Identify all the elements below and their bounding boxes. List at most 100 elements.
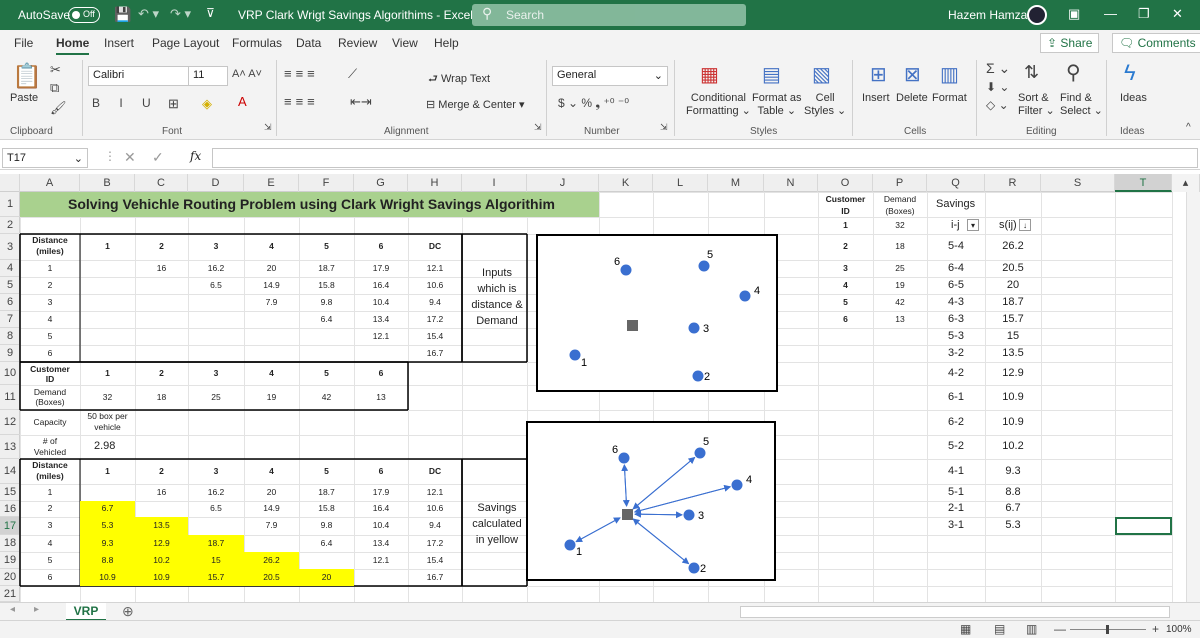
- row-header-2[interactable]: 2: [0, 217, 20, 234]
- sort-filter-icon[interactable]: ⇅: [1024, 62, 1039, 83]
- row-header-4[interactable]: 4: [0, 260, 20, 277]
- col-header-g[interactable]: G: [354, 174, 408, 192]
- zoom-slider-thumb[interactable]: [1106, 625, 1109, 634]
- col-header-c[interactable]: C: [135, 174, 188, 192]
- row-header-15[interactable]: 15: [0, 484, 20, 501]
- name-box[interactable]: T17 ⌄: [2, 148, 88, 168]
- zoom-out-icon[interactable]: —: [1054, 622, 1066, 636]
- col-header-a[interactable]: A: [20, 174, 80, 192]
- col-header-m[interactable]: M: [708, 174, 764, 192]
- delete-button[interactable]: Delete: [896, 92, 928, 104]
- row-header-14[interactable]: 14: [0, 459, 20, 484]
- row-header-18[interactable]: 18: [0, 535, 20, 552]
- tab-file[interactable]: File: [14, 36, 33, 50]
- conditional-formatting-button[interactable]: Conditional Formatting ⌄: [686, 92, 751, 117]
- row-header-16[interactable]: 16: [0, 501, 20, 517]
- bold-italic-underline-icons[interactable]: B I U: [92, 96, 159, 110]
- row-header-7[interactable]: 7: [0, 311, 20, 328]
- fill-icon[interactable]: ⬇ ⌄: [986, 80, 1009, 94]
- insert-button[interactable]: Insert: [862, 92, 890, 104]
- row-header-1[interactable]: 1: [0, 192, 20, 217]
- row-header-5[interactable]: 5: [0, 277, 20, 294]
- tab-view[interactable]: View: [392, 36, 418, 50]
- col-header-s[interactable]: S: [1041, 174, 1115, 192]
- page-layout-view-icon[interactable]: ▤: [994, 622, 1005, 636]
- scroll-up-icon[interactable]: ▴: [1172, 174, 1200, 192]
- increase-font-icon[interactable]: A˄ A˅: [232, 68, 262, 80]
- orientation-icon[interactable]: ⟋: [348, 66, 357, 82]
- font-color-icon[interactable]: A: [238, 94, 247, 109]
- minimize-icon[interactable]: —: [1104, 6, 1117, 21]
- font-name-select[interactable]: Calibri: [88, 66, 196, 86]
- ideas-icon[interactable]: ϟ: [1124, 60, 1136, 86]
- alignment-launcher-icon[interactable]: ⇲: [534, 122, 542, 133]
- user-name[interactable]: Hazem Hamza: [948, 8, 1027, 22]
- normal-view-icon[interactable]: ▦: [960, 622, 971, 636]
- number-format-icons[interactable]: $ ⌄ % ❟ ⁺⁰ ⁻⁰: [558, 96, 629, 111]
- add-sheet-icon[interactable]: ⊕: [122, 603, 134, 620]
- paste-icon[interactable]: 📋: [12, 62, 42, 91]
- font-launcher-icon[interactable]: ⇲: [264, 122, 272, 133]
- copy-icon[interactable]: ⧉: [50, 80, 59, 96]
- format-painter-icon[interactable]: 🖌: [50, 100, 67, 116]
- wrap-text-button[interactable]: ⮐ Wrap Text: [428, 70, 490, 89]
- save-icon[interactable]: 💾: [114, 6, 131, 23]
- col-header-p[interactable]: P: [873, 174, 927, 192]
- row-header-6[interactable]: 6: [0, 294, 20, 311]
- col-header-h[interactable]: H: [408, 174, 462, 192]
- insert-function-icon[interactable]: fx: [190, 149, 201, 163]
- ribbon-display-icon[interactable]: ▣: [1068, 6, 1080, 22]
- row-header-17[interactable]: 17: [0, 517, 20, 535]
- tab-help[interactable]: Help: [434, 36, 459, 50]
- vertical-align-icons[interactable]: ≡≡≡: [284, 66, 319, 81]
- cell-styles-button[interactable]: Cell Styles ⌄: [804, 92, 846, 117]
- tab-formulas[interactable]: Formulas: [232, 36, 282, 50]
- number-launcher-icon[interactable]: ⇲: [660, 122, 668, 133]
- col-header-t[interactable]: T: [1115, 174, 1172, 192]
- delete-cells-icon[interactable]: ⊠: [904, 62, 921, 87]
- redo-icon[interactable]: ↷ ▾: [170, 6, 191, 22]
- col-header-q[interactable]: Q: [927, 174, 985, 192]
- selected-cell-t17[interactable]: [1115, 517, 1172, 535]
- row-header-11[interactable]: 11: [0, 385, 20, 410]
- tab-home[interactable]: Home: [56, 36, 90, 55]
- row-header-13[interactable]: 13: [0, 435, 20, 459]
- cancel-icon[interactable]: ✕: [124, 149, 136, 166]
- format-cells-icon[interactable]: ▥: [940, 62, 959, 87]
- select-all-corner[interactable]: [0, 174, 20, 192]
- horizontal-scrollbar[interactable]: [740, 606, 1170, 618]
- autosave-toggle[interactable]: Off: [68, 7, 100, 23]
- tab-data[interactable]: Data: [296, 36, 321, 50]
- row-header-20[interactable]: 20: [0, 569, 20, 586]
- avatar[interactable]: [1027, 5, 1047, 25]
- scroll-left-icon[interactable]: ◂: [10, 604, 15, 615]
- col-header-j[interactable]: J: [527, 174, 599, 192]
- row-header-21[interactable]: 21: [0, 586, 20, 602]
- cut-icon[interactable]: ✂: [50, 62, 61, 78]
- col-header-n[interactable]: N: [764, 174, 818, 192]
- collapse-ribbon-icon[interactable]: ^: [1186, 122, 1191, 133]
- zoom-level[interactable]: 100%: [1166, 624, 1192, 635]
- zoom-in-icon[interactable]: +: [1152, 622, 1159, 636]
- formula-input[interactable]: [212, 148, 1198, 168]
- col-header-o[interactable]: O: [818, 174, 873, 192]
- col-header-d[interactable]: D: [188, 174, 244, 192]
- col-header-r[interactable]: R: [985, 174, 1041, 192]
- col-header-e[interactable]: E: [244, 174, 299, 192]
- indent-icons[interactable]: ⇤⇥: [350, 94, 372, 110]
- scroll-right-icon[interactable]: ▸: [34, 604, 39, 615]
- page-break-view-icon[interactable]: ▥: [1026, 622, 1037, 636]
- ideas-button[interactable]: Ideas: [1120, 92, 1147, 104]
- customize-qat-icon[interactable]: ⊽: [206, 6, 215, 20]
- row-header-19[interactable]: 19: [0, 552, 20, 569]
- col-header-k[interactable]: K: [599, 174, 653, 192]
- row-header-10[interactable]: 10: [0, 362, 20, 385]
- tab-page-layout[interactable]: Page Layout: [152, 36, 219, 50]
- cell-styles-icon[interactable]: ▧: [812, 62, 831, 87]
- paste-label[interactable]: Paste: [10, 92, 38, 104]
- filter-dropdown-icon[interactable]: ▾: [967, 218, 979, 231]
- row-header-12[interactable]: 12: [0, 410, 20, 435]
- col-header-b[interactable]: B: [80, 174, 135, 192]
- autosum-icon[interactable]: Σ ⌄: [986, 60, 1010, 77]
- vertical-scrollbar[interactable]: [1186, 192, 1200, 602]
